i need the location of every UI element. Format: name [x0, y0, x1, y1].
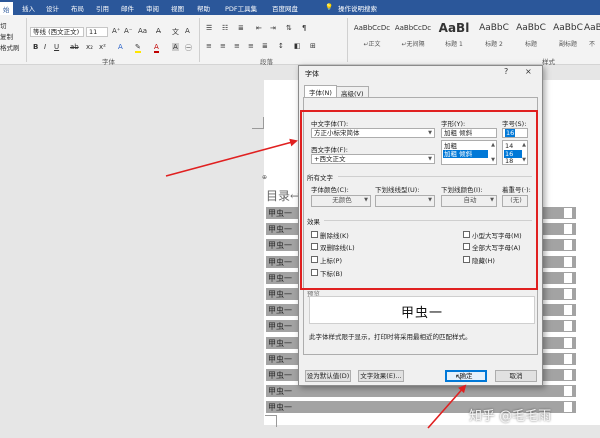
mouse-cursor-icon: ↖ [455, 373, 463, 383]
watermark: 知乎 @毛毛雨 [469, 409, 552, 424]
annotation-arrows [165, 138, 467, 429]
red-arrow-to-ok [427, 384, 467, 429]
red-arrow-to-font-settings [165, 138, 298, 177]
